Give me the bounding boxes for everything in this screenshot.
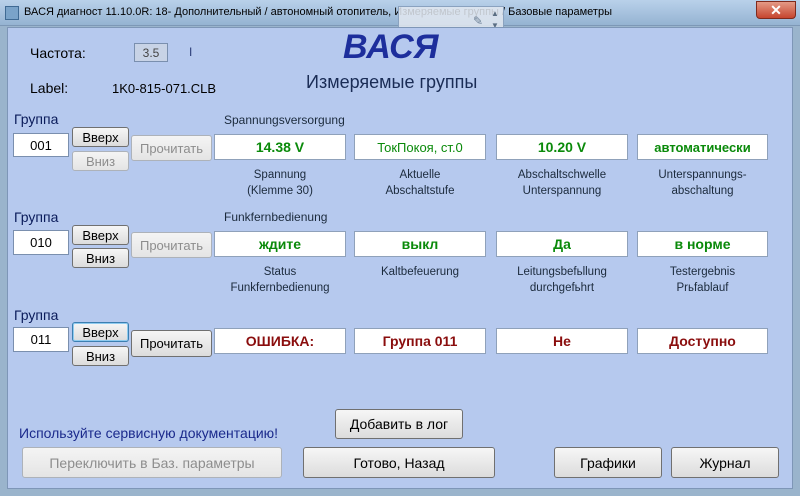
group-3-value-3: Не [496, 328, 628, 354]
group-3-up-button[interactable]: Вверх [72, 322, 129, 342]
group-2-caption-4: Testergebnis Prьfablauf [669, 266, 736, 294]
group-2-up-button[interactable]: Вверх [72, 225, 129, 245]
group-1-caption-2: Aktuelle Abschaltstufe [385, 169, 455, 197]
switch-basic-params-button[interactable]: Переключить в Баз. параметры [22, 447, 282, 478]
group-2-down-button[interactable]: Вниз [72, 248, 129, 268]
group-3-value-4: Доступно [637, 328, 768, 354]
group-1-heading: Spannungsversorgung [224, 113, 345, 127]
group-3-down-button[interactable]: Вниз [72, 346, 129, 366]
graphs-button[interactable]: Графики [554, 447, 662, 478]
add-to-log-button[interactable]: Добавить в лог [335, 409, 463, 439]
group-1-value-1: 14.38 V [214, 134, 346, 160]
page-subtitle: Измеряемые группы [306, 72, 478, 92]
group-1-read-button[interactable]: Прочитать [131, 135, 212, 161]
app-icon [5, 6, 19, 20]
close-icon: ✕ [770, 2, 782, 18]
group-1-label: Группа [14, 111, 59, 127]
group-2-value-2: выкл [354, 231, 486, 257]
frequency-value: 3.5 [134, 43, 168, 62]
group-1-number-input[interactable]: 001 [13, 133, 69, 157]
group-2-caption-1: Status Funkfernbedienung [230, 266, 330, 294]
journal-button[interactable]: Журнал [671, 447, 779, 478]
group-1-value-4: автоматически [637, 134, 768, 160]
group-3-value-2: Группа 011 [354, 328, 486, 354]
group-3-read-button[interactable]: Прочитать [131, 330, 212, 357]
group-1-caption-3: Abschaltschwelle Unterspannung [517, 169, 607, 197]
label-value: 1K0-815-071.CLB [112, 81, 217, 96]
group-3-number-input[interactable]: 011 [13, 327, 69, 352]
group-2-heading: Funkfernbedienung [224, 210, 328, 224]
group-1-caption-4: Unterspannungs-abschaltung [658, 169, 747, 197]
frequency-marker: I [189, 45, 193, 59]
group-2-read-button[interactable]: Прочитать [131, 232, 212, 258]
group-2-caption-2: Kaltbefeuerung [380, 266, 459, 278]
group-2-label: Группа [14, 209, 59, 225]
done-back-button[interactable]: Готово, Назад [303, 447, 495, 478]
group-1-value-3: 10.20 V [496, 134, 628, 160]
group-2-value-4: в норме [637, 231, 768, 257]
chevron-up-icon[interactable]: ▲ [491, 9, 499, 18]
group-1-value-2: ТокПокоя, ст.0 [354, 134, 486, 160]
group-3-value-1: ОШИБКА: [214, 328, 346, 354]
group-1-up-button[interactable]: Вверх [72, 127, 129, 147]
group-2-caption-3: Leitungsbefьllung durchgefьhrt [517, 266, 607, 294]
group-1-down-button[interactable]: Вниз [72, 151, 129, 171]
group-2-number-input[interactable]: 010 [13, 230, 69, 255]
group-2-value-3: Да [496, 231, 628, 257]
group-3-label: Группа [14, 307, 59, 323]
wrench-icon: ✎ [473, 14, 484, 28]
close-button[interactable]: ✕ [756, 1, 796, 19]
frequency-label: Частота: [30, 45, 86, 61]
client-area: Частота: 3.5 I Label: 1K0-815-071.CLB ВА… [7, 27, 793, 489]
group-2-value-1: ждите [214, 231, 346, 257]
window-title: ВАСЯ диагност 11.10.0R: 18- Дополнительн… [24, 6, 612, 18]
app-logo: ВАСЯ [343, 28, 439, 66]
label-caption: Label: [30, 80, 69, 96]
service-doc-hint: Используйте сервисную документацию! [19, 425, 279, 441]
group-1-caption-1: Spannung (Klemme 30) [247, 169, 313, 197]
